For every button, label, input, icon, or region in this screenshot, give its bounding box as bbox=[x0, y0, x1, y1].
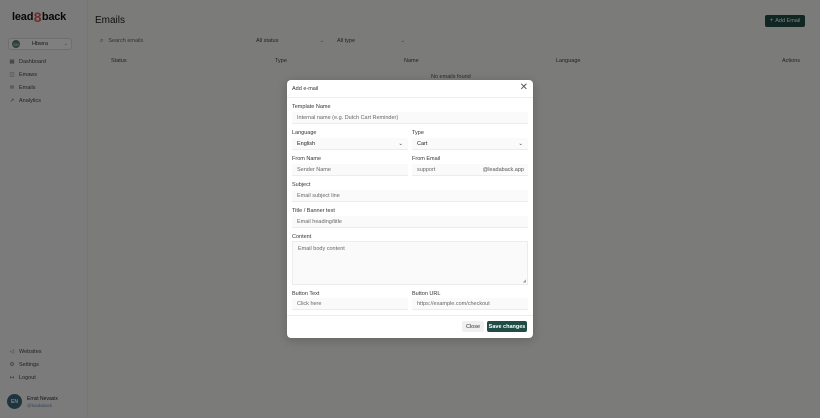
banner-placeholder: Email heading/title bbox=[297, 218, 342, 225]
from-email-domain: @leadaback.app bbox=[482, 166, 524, 173]
type-select[interactable]: Cart ⌄ bbox=[412, 138, 528, 150]
content-placeholder: Email body content bbox=[298, 246, 345, 252]
subject-input[interactable]: Email subject line bbox=[292, 190, 528, 202]
subject-label: Subject bbox=[292, 182, 311, 188]
button-url-label: Button URL bbox=[412, 291, 441, 297]
modal-footer-divider bbox=[287, 315, 533, 316]
close-button[interactable]: Close bbox=[462, 321, 484, 332]
resize-handle-icon[interactable]: ◢ bbox=[523, 278, 526, 283]
language-select[interactable]: English ⌄ bbox=[292, 138, 408, 150]
chevron-down-icon: ⌄ bbox=[398, 140, 403, 147]
button-text-input[interactable]: Click here bbox=[292, 298, 408, 310]
content-label: Content bbox=[292, 234, 312, 240]
close-icon[interactable]: ✕ bbox=[520, 83, 528, 93]
language-label: Language bbox=[292, 130, 317, 136]
from-email-input[interactable]: support @leadaback.app bbox=[412, 164, 528, 176]
button-url-placeholder: https://example.com/checkout bbox=[417, 300, 490, 307]
template-name-placeholder: Internal name (e.g. Dutch Cart Reminder) bbox=[297, 114, 399, 121]
modal-header: Add e-mail ✕ bbox=[287, 80, 533, 98]
type-value: Cart bbox=[417, 140, 428, 147]
template-name-label: Template Name bbox=[292, 104, 331, 110]
add-email-modal: Add e-mail ✕ Template Name Internal name… bbox=[287, 80, 533, 338]
modal-title: Add e-mail bbox=[292, 86, 319, 92]
language-value: English bbox=[297, 140, 316, 147]
type-label: Type bbox=[412, 130, 424, 136]
button-text-label: Button Text bbox=[292, 291, 320, 297]
from-email-value: support bbox=[417, 166, 436, 173]
template-name-input[interactable]: Internal name (e.g. Dutch Cart Reminder) bbox=[292, 112, 528, 124]
button-text-placeholder: Click here bbox=[297, 300, 322, 307]
banner-label: Title / Banner text bbox=[292, 208, 335, 214]
banner-input[interactable]: Email heading/title bbox=[292, 216, 528, 228]
from-name-input[interactable]: Sender Name bbox=[292, 164, 408, 176]
chevron-down-icon: ⌄ bbox=[518, 140, 523, 147]
button-url-input[interactable]: https://example.com/checkout bbox=[412, 298, 528, 310]
from-name-label: From Name bbox=[292, 156, 322, 162]
content-textarea[interactable]: Email body content ◢ bbox=[292, 241, 528, 285]
from-name-placeholder: Sender Name bbox=[297, 166, 331, 173]
from-email-label: From Email bbox=[412, 156, 441, 162]
subject-placeholder: Email subject line bbox=[297, 192, 340, 199]
save-changes-button[interactable]: Save changes bbox=[487, 321, 527, 332]
